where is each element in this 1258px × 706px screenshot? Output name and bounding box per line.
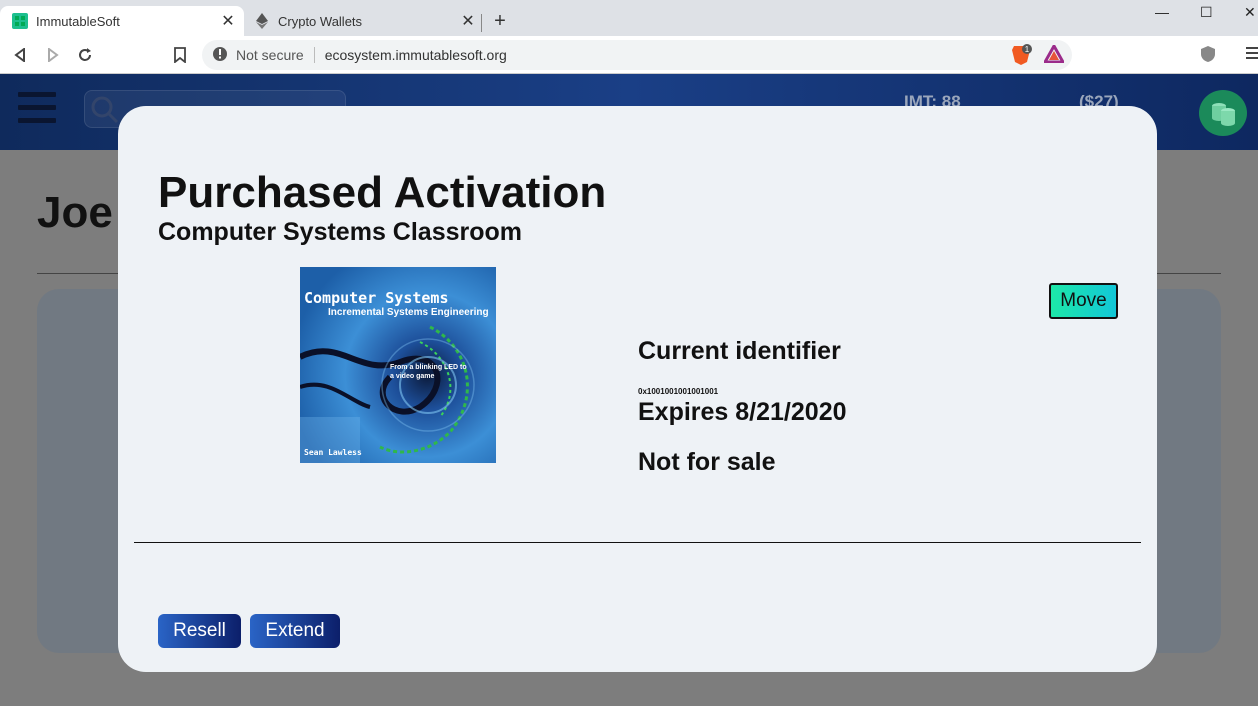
tab-separator [481, 14, 482, 32]
identifier-value: 0x1001001001001001 [638, 387, 719, 396]
minimize-icon[interactable]: — [1155, 4, 1169, 20]
search-icon [91, 96, 119, 124]
browser-tabbar: ImmutableSoft ✕ Crypto Wallets ✕ + — ☐ ✕ [0, 0, 1258, 36]
ethereum-icon [254, 13, 270, 29]
hamburger-menu-icon[interactable] [18, 92, 56, 124]
purchased-activation-modal: Purchased Activation Computer Systems Cl… [118, 106, 1157, 672]
extension-shield-icon[interactable] [1200, 45, 1216, 68]
modal-divider [134, 542, 1141, 543]
page-title: Joe [37, 188, 113, 237]
tab-immutablesoft[interactable]: ImmutableSoft ✕ [0, 6, 244, 36]
product-cover-image: Computer Systems Incremental Systems Eng… [300, 267, 496, 463]
bat-rewards-icon[interactable] [1042, 42, 1066, 68]
tab-title: Crypto Wallets [278, 13, 363, 29]
brave-shield-icon[interactable]: 1 [1010, 44, 1032, 71]
identifier-label: Current identifier [638, 337, 841, 365]
address-divider [313, 47, 315, 63]
maximize-icon[interactable]: ☐ [1200, 4, 1213, 21]
expiration-date: Expires 8/21/2020 [638, 398, 847, 426]
back-icon[interactable] [10, 45, 30, 65]
new-tab-icon[interactable]: + [490, 10, 510, 33]
extend-button[interactable]: Extend [250, 614, 340, 648]
bookmark-icon[interactable] [170, 45, 190, 65]
sale-status: Not for sale [638, 448, 776, 476]
coins-icon [1212, 103, 1235, 126]
cover-author: Sean Lawless [304, 448, 362, 457]
tab-close-icon[interactable]: ✕ [218, 11, 238, 31]
cover-title: Computer Systems [304, 289, 449, 307]
tab-close-icon[interactable]: ✕ [458, 11, 478, 31]
forward-icon[interactable] [43, 45, 63, 65]
cover-blurb: From a blinking LED to a video game [390, 364, 467, 380]
security-label: Not secure [236, 47, 304, 63]
info-icon[interactable] [212, 46, 228, 65]
resell-button[interactable]: Resell [158, 614, 241, 648]
move-button[interactable]: Move [1049, 283, 1118, 319]
reload-icon[interactable] [75, 45, 95, 65]
wallet-coins-button[interactable] [1199, 90, 1247, 136]
close-window-icon[interactable]: ✕ [1244, 4, 1256, 21]
immutablesoft-favicon-icon [12, 13, 28, 29]
browser-toolbar: Not secure ecosystem.immutablesoft.org 1 [0, 36, 1258, 74]
brave-badge: 1 [1025, 45, 1030, 54]
cover-subtitle: Incremental Systems Engineering [328, 307, 489, 318]
modal-title: Purchased Activation [158, 168, 607, 217]
browser-menu-icon[interactable] [1246, 46, 1258, 65]
tab-title: ImmutableSoft [36, 13, 120, 29]
url-text: ecosystem.immutablesoft.org [324, 47, 507, 63]
modal-subtitle: Computer Systems Classroom [158, 218, 523, 246]
address-bar[interactable]: Not secure ecosystem.immutablesoft.org [202, 40, 1072, 70]
tab-crypto-wallets[interactable]: Crypto Wallets ✕ [244, 6, 484, 36]
